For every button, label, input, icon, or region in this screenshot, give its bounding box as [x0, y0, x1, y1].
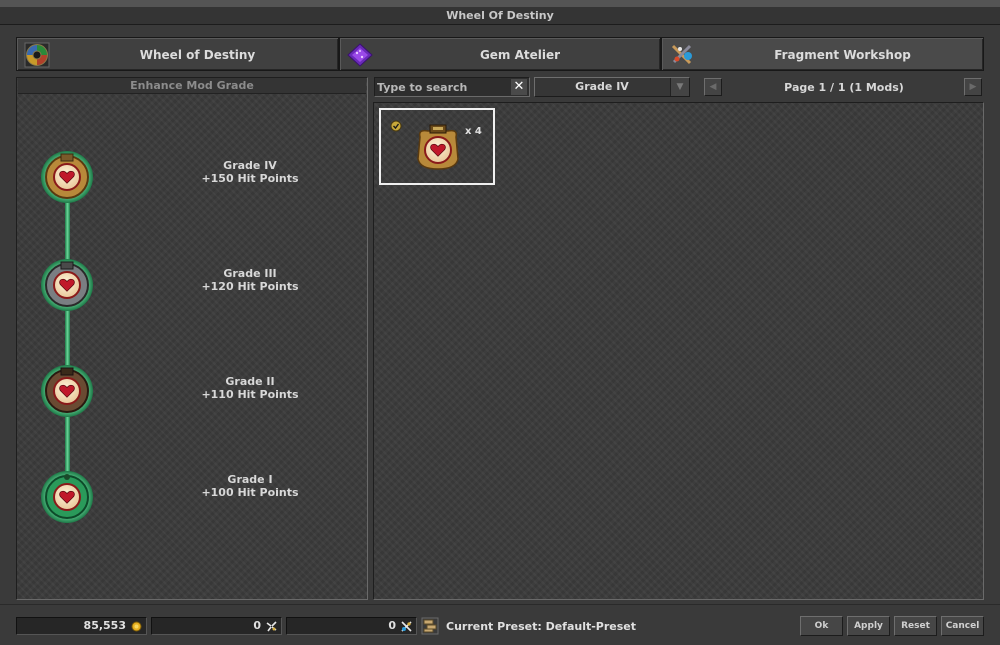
close-icon: ✕ [513, 79, 525, 94]
tab-fragment-workshop[interactable]: Fragment Workshop [661, 37, 984, 71]
clear-search-button[interactable]: ✕ [511, 79, 527, 95]
grade-ii-heart-mod-icon [41, 365, 93, 417]
search-input[interactable] [377, 78, 507, 96]
apply-button[interactable]: Apply [847, 616, 890, 636]
page-indicator: Page 1 / 1 (1 Mods) [784, 81, 904, 94]
current-preset-label: Current Preset: Default-Preset [446, 620, 637, 633]
gem-icon [347, 43, 373, 67]
mod-count: x 4 [465, 126, 482, 137]
selected-check-icon [390, 120, 402, 132]
grade-name: Grade II [225, 375, 275, 388]
grade-connector-line [65, 174, 70, 498]
enhance-mod-grade-panel: Grade IV +150 Hit Points Grade III +120 … [16, 77, 368, 600]
mod-card[interactable]: x 4 [379, 108, 495, 185]
lesser-fragment-amount: 0 [253, 619, 261, 632]
tab-wheel-of-destiny[interactable]: Wheel of Destiny [16, 37, 339, 71]
window-title: Wheel Of Destiny [0, 7, 1000, 25]
grade-i-label: Grade I +100 Hit Points [167, 473, 333, 499]
fragment-tools-icon [671, 44, 692, 65]
grade-iv-label: Grade IV +150 Hit Points [167, 159, 333, 185]
grade-name: Grade III [223, 267, 277, 280]
tab-label: Wheel of Destiny [139, 48, 256, 62]
prev-page-button[interactable]: ◀ [704, 78, 722, 96]
grade-bonus: +120 Hit Points [201, 280, 299, 293]
greater-fragment-icon [401, 621, 412, 632]
lesser-fragment-counter: 0 [151, 617, 282, 635]
tab-label: Gem Atelier [479, 48, 561, 62]
grade-filter-select[interactable]: Grade IV ▼ [534, 77, 690, 97]
grade-name: Grade I [227, 473, 273, 486]
wheel-icon [24, 42, 50, 68]
preset-icon[interactable] [421, 617, 439, 635]
grade-i-heart-mod-icon [41, 471, 93, 523]
grade-name: Grade IV [223, 159, 277, 172]
gold-amount: 85,553 [83, 619, 126, 632]
grade-ii-label: Grade II +110 Hit Points [167, 375, 333, 401]
greater-fragment-counter: 0 [286, 617, 417, 635]
cancel-button[interactable]: Cancel [941, 616, 984, 636]
next-page-button[interactable]: ▶ [964, 78, 982, 96]
chevron-left-icon: ◀ [709, 82, 717, 92]
grade-bonus: +110 Hit Points [201, 388, 299, 401]
ok-button[interactable]: Ok [800, 616, 843, 636]
gold-counter: 85,553 [16, 617, 147, 635]
chevron-down-icon: ▼ [670, 78, 689, 96]
tab-gem-atelier[interactable]: Gem Atelier [339, 37, 661, 71]
grade-iii-heart-mod-icon [41, 259, 93, 311]
tab-label: Fragment Workshop [774, 48, 911, 62]
search-box: ✕ [374, 77, 530, 97]
grade-bonus: +100 Hit Points [201, 486, 299, 499]
heart-mod-icon [417, 124, 459, 170]
gold-coin-icon [131, 621, 142, 632]
greater-fragment-amount: 0 [388, 619, 396, 632]
reset-button[interactable]: Reset [894, 616, 937, 636]
chevron-right-icon: ▶ [969, 82, 977, 92]
grade-iii-label: Grade III +120 Hit Points [167, 267, 333, 293]
lesser-fragment-icon [266, 621, 277, 632]
grade-iv-heart-mod-icon [41, 151, 93, 203]
grade-filter-value: Grade IV [575, 80, 629, 93]
enhance-mod-grade-title: Enhance Mod Grade [18, 78, 366, 94]
grade-bonus: +150 Hit Points [201, 172, 299, 185]
